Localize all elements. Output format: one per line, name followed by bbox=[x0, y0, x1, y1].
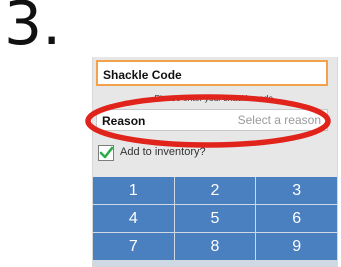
shackle-code-input[interactable]: Shackle Code bbox=[96, 60, 328, 86]
reason-placeholder: Select a reason bbox=[237, 113, 321, 127]
key-4[interactable]: 4 bbox=[93, 205, 174, 232]
key-5[interactable]: 5 bbox=[174, 205, 256, 232]
numeric-keypad: 1 2 3 4 5 6 7 8 9 bbox=[93, 177, 337, 267]
key-3[interactable]: 3 bbox=[256, 177, 337, 204]
key-1[interactable]: 1 bbox=[93, 177, 174, 204]
key-6[interactable]: 6 bbox=[256, 205, 337, 232]
reason-label: Reason bbox=[102, 114, 146, 128]
key-2[interactable]: 2 bbox=[174, 177, 256, 204]
key-9[interactable]: 9 bbox=[256, 233, 337, 260]
reason-select[interactable]: Reason Select a reason bbox=[96, 109, 328, 131]
add-to-inventory-checkbox[interactable] bbox=[98, 145, 114, 161]
add-to-inventory-label: Add to inventory? bbox=[120, 146, 206, 158]
key-8[interactable]: 8 bbox=[174, 233, 256, 260]
key-7[interactable]: 7 bbox=[93, 233, 174, 260]
step-number: 3. bbox=[4, 0, 62, 59]
phone-screen: Shackle Code Please enter your shackle c… bbox=[92, 57, 338, 267]
shackle-hint-text: Please enter your shackle code. bbox=[154, 93, 276, 103]
checkmark-icon bbox=[99, 146, 113, 159]
shackle-code-label: Shackle Code bbox=[103, 68, 182, 82]
